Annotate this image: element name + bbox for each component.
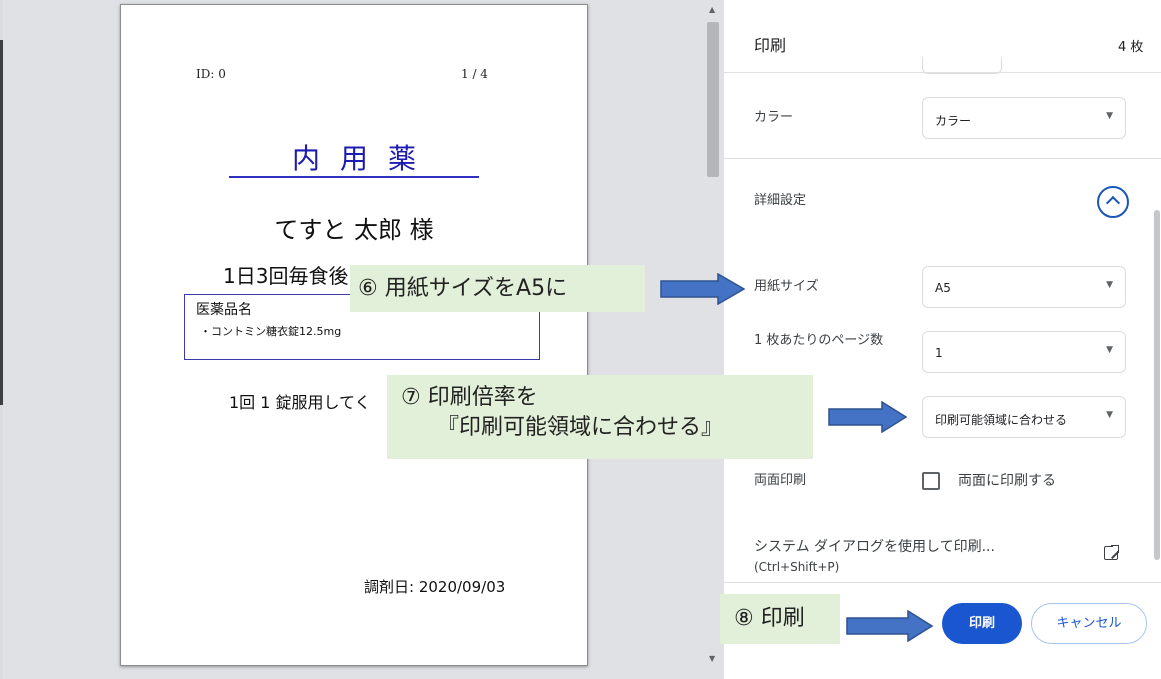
preview-scroll-thumb[interactable] [707, 22, 719, 177]
caret-down-icon: ▼ [1106, 280, 1113, 290]
panel-scrollbar[interactable] [1154, 210, 1160, 560]
paper-size-select[interactable]: A5 ▼ [922, 266, 1126, 308]
duplex-checkbox-label[interactable]: 両面に印刷する [958, 470, 1056, 490]
annotation-step6: ⑥ 用紙サイズをA5に [350, 265, 645, 312]
print-preview-page: ID: 0 1 / 4 内用薬 てすと 太郎 様 1日3回毎食後 医薬品名 ・コ… [120, 4, 588, 666]
arrow-right-icon [660, 273, 746, 305]
left-edge-dark [0, 40, 3, 405]
panel-title: 印刷 [754, 36, 787, 55]
partial-select-above[interactable] [922, 57, 1002, 74]
color-label: カラー [754, 110, 794, 125]
paper-size-value: A5 [935, 281, 951, 295]
color-select[interactable]: カラー ▼ [922, 97, 1126, 139]
system-dialog-link[interactable]: システム ダイアログを使用して印刷... (Ctrl+Shift+P) [754, 537, 995, 577]
caret-down-icon: ▼ [1106, 111, 1113, 121]
advanced-collapse-button[interactable] [1097, 186, 1129, 218]
scroll-up-icon[interactable]: ▲ [709, 5, 715, 14]
caret-down-icon: ▼ [1106, 345, 1113, 355]
divider [724, 158, 1161, 159]
sheet-count: 4 枚 [1118, 40, 1144, 55]
scale-select[interactable]: 印刷可能領域に合わせる ▼ [922, 396, 1126, 438]
arrow-right-icon [846, 610, 934, 642]
preview-patient-name: てすと 太郎 様 [274, 216, 434, 244]
pages-per-sheet-value: 1 [935, 346, 943, 360]
annotation-step8: ⑧ 印刷 [720, 594, 840, 644]
preview-dosage: 1日3回毎食後 [223, 264, 349, 288]
scroll-down-icon[interactable]: ▼ [709, 654, 715, 663]
preview-scrollbar[interactable]: ▲ ▼ [704, 0, 722, 670]
duplex-checkbox[interactable] [922, 472, 940, 490]
preview-title-underline [229, 176, 479, 178]
annotation-step7-line1: ⑦ 印刷倍率を [401, 385, 538, 410]
color-select-value: カラー [935, 114, 972, 128]
scale-value: 印刷可能領域に合わせる [935, 413, 1068, 427]
chevron-up-icon [1105, 195, 1121, 211]
advanced-settings-label[interactable]: 詳細設定 [754, 191, 806, 211]
cancel-button[interactable]: キャンセル [1031, 603, 1147, 644]
open-external-icon[interactable] [1104, 544, 1120, 560]
preview-id: ID: 0 [196, 67, 226, 81]
left-edge [0, 0, 3, 679]
preview-page-number: 1 / 4 [461, 67, 488, 81]
system-dialog-shortcut: (Ctrl+Shift+P) [754, 560, 840, 574]
duplex-label: 両面印刷 [754, 473, 807, 488]
preview-drug-item: ・コントミン糖衣錠12.5mg [200, 325, 342, 338]
caret-down-icon: ▼ [1106, 410, 1113, 420]
print-settings-panel: 印刷 4 枚 カラー カラー ▼ 詳細設定 用紙サイズ A5 ▼ 1 枚あたりの… [724, 0, 1161, 679]
system-dialog-label: システム ダイアログを使用して印刷... [754, 539, 995, 555]
preview-dispense-date: 調剤日: 2020/09/03 [364, 578, 506, 596]
annotation-step7-line2: 『印刷可能領域に合わせる』 [437, 415, 724, 440]
preview-title: 内用薬 [291, 142, 436, 175]
preview-instruction: 1回 1 錠服用してく [229, 393, 371, 412]
print-button[interactable]: 印刷 [942, 603, 1022, 644]
preview-drug-header: 医薬品名 [196, 302, 252, 318]
annotation-step7: ⑦ 印刷倍率を 『印刷可能領域に合わせる』 [387, 375, 813, 459]
pages-per-sheet-label: 1 枚あたりのページ数 [754, 333, 884, 348]
paper-size-label: 用紙サイズ [754, 279, 819, 294]
panel-header: 印刷 4 枚 [724, 0, 1161, 74]
arrow-right-icon [828, 401, 908, 433]
pages-per-sheet-select[interactable]: 1 ▼ [922, 331, 1126, 373]
